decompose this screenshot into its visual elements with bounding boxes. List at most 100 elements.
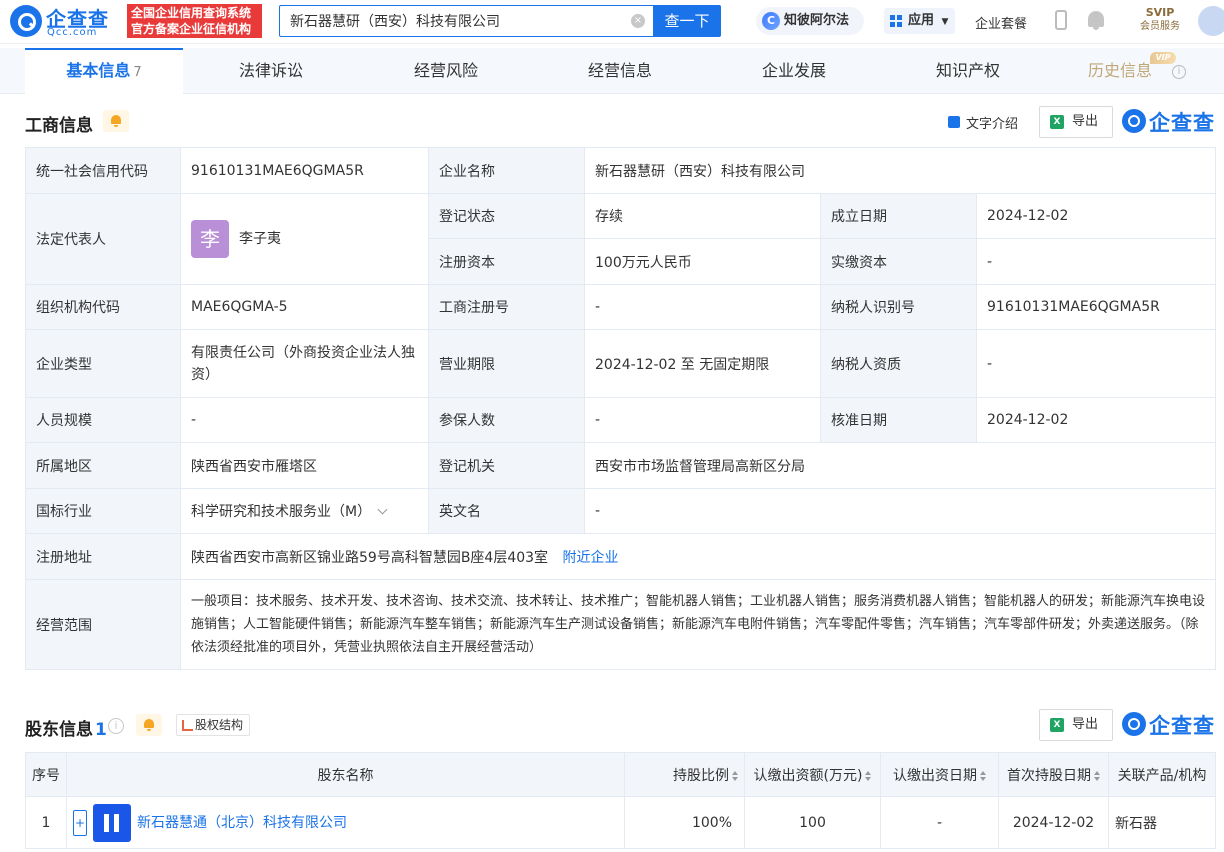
- enterprise-package-link[interactable]: 企业套餐: [975, 13, 1027, 32]
- logo-search-icon: [10, 5, 42, 37]
- paid-capital-label: 实缴资本: [820, 238, 977, 285]
- svip-member-button[interactable]: SVIP 会员服务: [1132, 6, 1188, 38]
- org-code-value: MAE6QGMA-5: [180, 284, 429, 330]
- sort-icon[interactable]: [1094, 770, 1100, 781]
- date-value: -: [880, 796, 999, 849]
- search-button[interactable]: 查一下: [653, 5, 721, 37]
- business-info-title: 工商信息: [25, 116, 93, 136]
- table-row: 1 + 新石器慧通（北京）科技有限公司 100% 100 - 2024-12-02…: [25, 796, 1216, 849]
- export-button[interactable]: X 导出: [1039, 709, 1113, 741]
- notification-bell-icon[interactable]: [1088, 11, 1104, 30]
- apps-menu-button[interactable]: 应用 ▼: [884, 8, 955, 34]
- grid-icon: [890, 15, 902, 27]
- company-name-label: 企业名称: [428, 147, 585, 194]
- tab-label: 基本信息: [66, 61, 131, 80]
- ai-assistant-button[interactable]: C 知彼阿尔法: [756, 7, 864, 35]
- qcc-logo[interactable]: 企查查 Qcc.com: [10, 5, 126, 39]
- nearby-companies-link[interactable]: 附近企业: [563, 550, 619, 566]
- industry-cell[interactable]: 科学研究和技术服务业（M）: [180, 488, 429, 534]
- brand-watermark: 企查查: [1122, 710, 1216, 738]
- top-bar: 企查查 Qcc.com 全国企业信用查询系统 官方备案企业征信机构 × 查一下 …: [0, 0, 1224, 44]
- tab-operation-info[interactable]: 经营信息: [549, 48, 691, 94]
- brand-logo-icon: [1122, 712, 1146, 736]
- region-label: 所属地区: [25, 442, 181, 489]
- shareholder-title-text: 股东信息: [25, 720, 93, 740]
- biz-term-value: 2024-12-02 至 无固定期限: [584, 329, 821, 398]
- ai-assistant-label: 知彼阿尔法: [784, 13, 850, 28]
- approve-date-label: 核准日期: [820, 397, 977, 443]
- clear-icon[interactable]: ×: [631, 14, 645, 28]
- english-name-value: -: [584, 488, 1216, 534]
- legal-rep-label: 法定代表人: [25, 193, 181, 285]
- reg-status-value: 存续: [584, 193, 821, 239]
- chevron-down-icon[interactable]: [377, 504, 388, 515]
- tab-operation-risk[interactable]: 经营风险: [375, 48, 517, 94]
- address-value: 陕西省西安市高新区锦业路59号高科智慧园B座4层403室: [191, 549, 549, 566]
- info-icon[interactable]: i: [108, 718, 124, 734]
- main-tabs: 基本信息 7 法律诉讼 经营风险 经营信息 企业发展 知识产权 历史信息: [0, 48, 1224, 94]
- reg-capital-label: 注册资本: [428, 238, 585, 285]
- export-label: 导出: [1072, 717, 1099, 732]
- sort-icon[interactable]: [732, 770, 738, 781]
- logo-domain: Qcc.com: [47, 27, 98, 38]
- scope-label: 经营范围: [25, 579, 181, 670]
- company-logo-icon[interactable]: [93, 803, 131, 842]
- text-intro-button[interactable]: 文字介绍: [948, 113, 1018, 132]
- biz-reg-no-value: -: [584, 284, 821, 330]
- monitor-bell-icon[interactable]: [136, 714, 162, 736]
- first-date-value: 2024-12-02: [998, 796, 1109, 849]
- search-input[interactable]: [280, 6, 653, 36]
- sort-icon[interactable]: [865, 770, 872, 781]
- col-index: 序号: [25, 752, 67, 797]
- tab-ip[interactable]: 知识产权: [897, 48, 1039, 94]
- industry-label: 国标行业: [25, 488, 181, 534]
- shareholder-name-link[interactable]: 新石器慧通（北京）科技有限公司: [137, 815, 347, 831]
- taxpayer-id-value: 91610131MAE6QGMA5R: [976, 284, 1216, 330]
- product-link[interactable]: 新石器: [1108, 796, 1216, 849]
- excel-icon: X: [1050, 718, 1064, 732]
- tab-development[interactable]: 企业发展: [723, 48, 865, 94]
- col-amount-label: 认缴出资额(万元): [753, 767, 863, 784]
- ratio-value: 100%: [624, 796, 745, 849]
- apps-label: 应用: [908, 13, 935, 28]
- col-ratio[interactable]: 持股比例: [624, 752, 745, 797]
- biz-term-label: 营业期限: [428, 329, 585, 398]
- monitor-bell-icon[interactable]: [103, 110, 129, 132]
- phone-icon[interactable]: [1055, 10, 1067, 30]
- col-date[interactable]: 认缴出资日期: [880, 752, 999, 797]
- tab-legal[interactable]: 法律诉讼: [200, 48, 342, 94]
- equity-structure-button[interactable]: 股权结构: [176, 714, 250, 736]
- slogan-line-1: 全国企业信用查询系统: [131, 6, 252, 20]
- brand-logo-icon: [1122, 109, 1146, 133]
- reg-status-label: 登记状态: [428, 193, 585, 239]
- expand-button[interactable]: +: [73, 809, 87, 836]
- amount-value: 100: [744, 796, 881, 849]
- brand-text: 企查查: [1149, 714, 1215, 738]
- legal-rep-name[interactable]: 李子夷: [239, 231, 281, 247]
- approve-date-value: 2024-12-02: [976, 397, 1216, 443]
- export-button[interactable]: X 导出: [1039, 106, 1113, 138]
- col-ratio-label: 持股比例: [673, 767, 729, 784]
- region-value: 陕西省西安市雁塔区: [180, 442, 429, 489]
- user-avatar[interactable]: [1198, 6, 1224, 36]
- brand-text: 企查查: [1149, 111, 1215, 135]
- company-name-value: 新石器慧研（西安）科技有限公司: [584, 147, 1216, 194]
- vip-badge: VIP: [1150, 52, 1176, 64]
- company-type-value: 有限责任公司（外商投资企业法人独资）: [180, 329, 429, 398]
- legal-rep-cell: 李李子夷: [180, 193, 429, 285]
- found-date-value: 2024-12-02: [976, 193, 1216, 239]
- org-code-label: 组织机构代码: [25, 284, 181, 330]
- col-amount[interactable]: 认缴出资额(万元): [744, 752, 881, 797]
- staff-size-value: -: [180, 397, 429, 443]
- tab-basic-info[interactable]: 基本信息 7: [25, 48, 183, 94]
- biz-reg-no-label: 工商注册号: [428, 284, 585, 330]
- col-date-label: 认缴出资日期: [893, 767, 977, 784]
- col-first-date[interactable]: 首次持股日期: [998, 752, 1109, 797]
- legal-rep-avatar[interactable]: 李: [191, 220, 229, 258]
- shareholder-cell: + 新石器慧通（北京）科技有限公司: [66, 796, 625, 849]
- sort-icon[interactable]: [980, 770, 986, 781]
- shareholder-table: 序号 股东名称 持股比例 认缴出资额(万元) 认缴出资日期 首次持股日期 关联产…: [25, 752, 1216, 849]
- company-type-label: 企业类型: [25, 329, 181, 398]
- info-icon[interactable]: i: [1172, 65, 1186, 79]
- credit-code-value: 91610131MAE6QGMA5R: [180, 147, 429, 194]
